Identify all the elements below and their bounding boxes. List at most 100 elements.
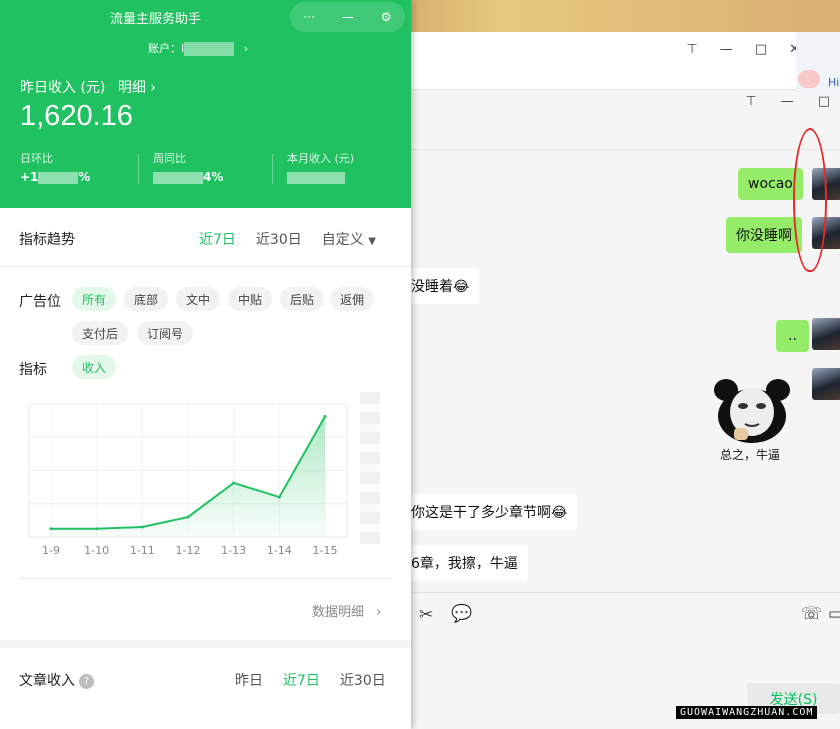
panda-sticker[interactable]: [712, 378, 792, 444]
video-icon[interactable]: ▭: [828, 604, 840, 624]
tab-7-days[interactable]: 近7日: [199, 229, 236, 249]
stat-label: 周同比: [153, 152, 186, 165]
background-window: ⊤ — □ ✕: [411, 32, 840, 90]
ad-position-label: 广告位: [19, 294, 61, 310]
divider: [0, 266, 411, 267]
income-label-row: 昨日收入 (元) 明细 ›: [20, 77, 156, 97]
section-gap: [0, 640, 411, 648]
greeting-text: Hi: [828, 76, 840, 89]
chip-mid[interactable]: 中贴: [228, 287, 273, 311]
stat-value-suffix: 4%: [203, 170, 224, 184]
avatar[interactable]: [812, 368, 840, 400]
data-point: [140, 525, 144, 529]
article-income-label: 文章收入: [19, 673, 75, 689]
chip-all[interactable]: 所有: [72, 287, 117, 311]
message-bubble[interactable]: 6章，我擦，牛逼: [405, 545, 528, 581]
trend-title: 指标趋势: [19, 232, 75, 248]
data-point: [49, 527, 53, 531]
stat-value: [287, 170, 345, 184]
background-window-2: Hi: [796, 32, 840, 90]
pin-icon[interactable]: ⊤: [745, 94, 756, 109]
chip-income[interactable]: 收入: [72, 355, 117, 379]
x-tick-label: 1-14: [267, 544, 292, 557]
stat-value-suffix: %: [78, 170, 91, 184]
x-tick-label: 1-13: [221, 544, 246, 557]
sticker-caption: 总之，牛逼: [719, 448, 780, 462]
stat-label: 日环比: [20, 152, 53, 165]
x-tick-label: 1-10: [84, 544, 109, 557]
tab-7-days[interactable]: 近7日: [283, 670, 320, 690]
article-income-title: 文章收入?: [19, 670, 94, 690]
account-label: 账户：: [148, 42, 181, 55]
redacted-mask: [153, 171, 203, 184]
data-detail-link[interactable]: 数据明细 ›: [312, 601, 381, 620]
income-label: 昨日收入 (元): [20, 80, 106, 96]
message-bubble[interactable]: 你没睡啊: [726, 217, 802, 253]
watermark-text: GUOWAIWANGZHUAN.COM: [676, 706, 818, 719]
minimize-icon[interactable]: —: [342, 10, 354, 24]
chip-in-article[interactable]: 文中: [176, 287, 221, 311]
chat-titlebar: ⊤ — □: [411, 90, 840, 150]
tab-yesterday[interactable]: 昨日: [235, 670, 263, 690]
redacted-mask: [184, 42, 235, 56]
redacted-y-axis: [360, 392, 380, 544]
help-icon[interactable]: ?: [79, 673, 94, 689]
detail-link[interactable]: 明细 ›: [118, 80, 156, 96]
minimize-icon[interactable]: —: [781, 94, 794, 109]
message-bubble[interactable]: ..: [776, 320, 809, 352]
divider: [138, 154, 139, 184]
divider: [272, 154, 273, 184]
x-tick-label: 1-12: [176, 544, 201, 557]
message-bubble[interactable]: 你这是干了多少章节啊😂: [405, 494, 578, 530]
avatar: [798, 70, 820, 88]
chevron-right-icon: ›: [243, 42, 249, 55]
x-tick-label: 1-9: [42, 544, 60, 557]
data-point: [95, 527, 99, 531]
tab-custom[interactable]: 自定义 ▼: [322, 229, 376, 249]
menu-icon[interactable]: ···: [303, 10, 314, 24]
x-tick-label: 1-11: [130, 544, 155, 557]
minimize-icon[interactable]: —: [720, 42, 733, 57]
trend-chart-svg: 1-9 1-10 1-11 1-12 1-13 1-14 1-15: [28, 403, 348, 557]
tab-custom-label: 自定义: [321, 232, 364, 248]
traffic-assistant-panel: 流量主服务助手 ··· — ⚙ 账户：I › 昨日收入 (元) 明细 › 1,6…: [0, 0, 411, 729]
scissors-icon[interactable]: ✂: [419, 605, 433, 625]
tab-30-days[interactable]: 近30日: [340, 670, 386, 690]
bottom-strip: [0, 716, 411, 729]
chip-rebate[interactable]: 返佣: [330, 287, 375, 311]
redacted-mask: [287, 171, 345, 184]
data-point: [323, 414, 327, 418]
stat-label: 本月收入 (元): [287, 152, 355, 165]
maximize-icon[interactable]: □: [818, 94, 830, 109]
redacted-mask: [38, 171, 79, 184]
trend-chart: 1-9 1-10 1-11 1-12 1-13 1-14 1-15: [0, 392, 411, 564]
phone-icon[interactable]: ☏: [801, 604, 822, 624]
data-point: [232, 481, 236, 485]
tab-30-days[interactable]: 近30日: [256, 229, 302, 249]
maximize-icon[interactable]: □: [755, 42, 767, 57]
chat-bubble-icon[interactable]: 💬: [451, 604, 472, 624]
data-point: [277, 495, 281, 499]
chip-after-payment[interactable]: 支付后: [72, 321, 129, 345]
message-bubble[interactable]: 没睡着😂: [405, 268, 480, 304]
avatar[interactable]: [812, 318, 840, 350]
stat-value-prefix: +1: [20, 170, 39, 184]
chevron-right-icon: ›: [376, 605, 382, 620]
metric-label: 指标: [19, 362, 47, 378]
divider: [19, 578, 391, 579]
x-tick-label: 1-15: [313, 544, 338, 557]
trend-tabs: 近7日 近30日 自定义 ▼: [199, 229, 376, 249]
settings-icon[interactable]: ⚙: [381, 10, 392, 24]
chip-subscription[interactable]: 订阅号: [137, 321, 194, 345]
window-controls: ··· — ⚙: [290, 2, 405, 32]
data-point: [186, 515, 190, 519]
account-selector[interactable]: 账户：I ›: [148, 40, 248, 56]
data-detail-label: 数据明细: [312, 605, 365, 620]
chip-post[interactable]: 后贴: [280, 287, 325, 311]
stat-value: 4%: [153, 170, 223, 184]
income-amount: 1,620.16: [20, 100, 133, 132]
chip-bottom[interactable]: 底部: [124, 287, 169, 311]
pin-icon[interactable]: ⊤: [686, 42, 697, 57]
stat-value: +1%: [20, 170, 90, 184]
caret-down-icon: ▼: [368, 236, 376, 247]
